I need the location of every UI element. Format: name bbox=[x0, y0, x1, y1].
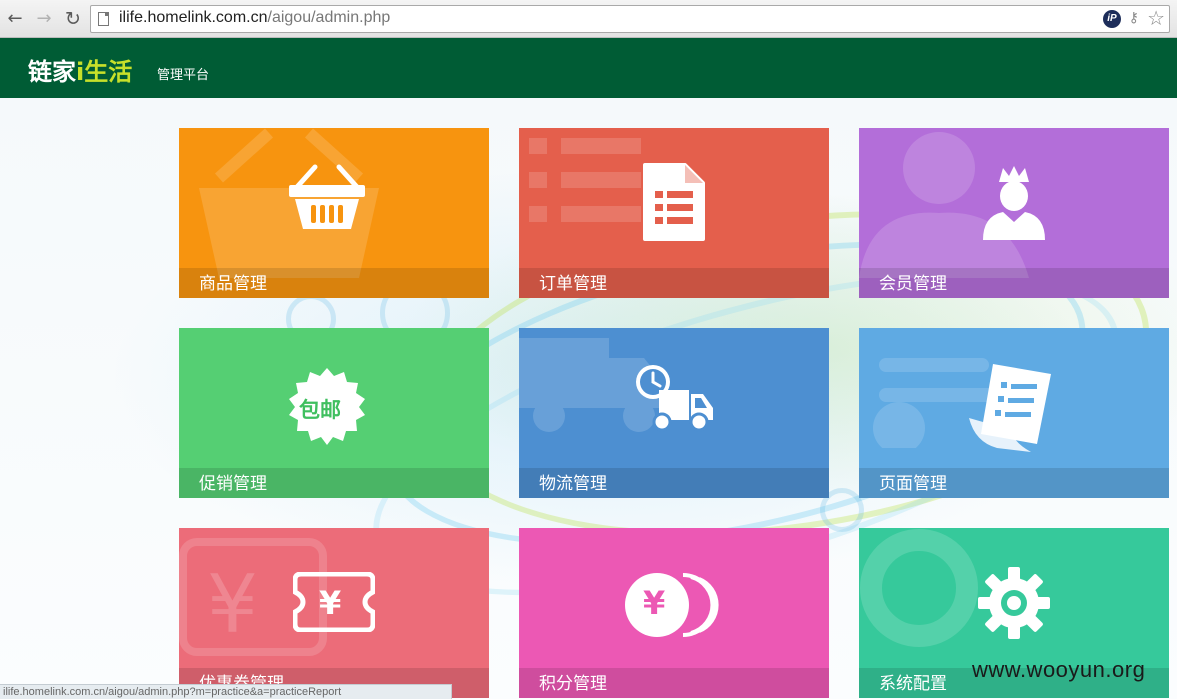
app-header: 链家i生活 管理平台 bbox=[0, 38, 1177, 98]
logo-accent: i生活 bbox=[76, 58, 133, 86]
forward-arrow-icon[interactable]: → bbox=[33, 8, 55, 30]
tile-label: 促销管理 bbox=[199, 474, 267, 494]
free-shipping-badge-text: 包邮 bbox=[299, 398, 341, 422]
bookmark-star-icon[interactable]: ☆ bbox=[1147, 6, 1165, 30]
page-icon bbox=[98, 12, 109, 26]
tile-promotion-management[interactable]: 包邮 促销管理 bbox=[179, 328, 489, 498]
page-scroll-icon bbox=[969, 364, 1051, 452]
tile-label: 订单管理 bbox=[539, 274, 607, 294]
shopping-basket-icon bbox=[289, 164, 365, 229]
tile-page-management[interactable]: 页面管理 bbox=[859, 328, 1169, 498]
tile-label: 商品管理 bbox=[199, 274, 267, 294]
coupon-ticket-symbol: ¥ bbox=[319, 584, 342, 622]
list-watermark-icon bbox=[529, 138, 641, 222]
tile-label: 会员管理 bbox=[879, 274, 947, 294]
tile-label: 系统配置 bbox=[879, 674, 947, 694]
delivery-truck-icon bbox=[636, 365, 713, 432]
tile-logistics-management[interactable]: 物流管理 bbox=[519, 328, 829, 498]
tile-label: 页面管理 bbox=[879, 474, 947, 494]
dashboard: 商品管理 订单管理 会员管理 包邮 促销管理 物流管理 页面管理 ¥ ¥ ¥ 积… bbox=[0, 98, 1177, 699]
url-path: /aigou/admin.php bbox=[267, 9, 391, 26]
logo[interactable]: 链家i生活 bbox=[28, 52, 132, 87]
settings-gear-icon bbox=[978, 567, 1050, 639]
member-crown-icon bbox=[983, 166, 1045, 240]
tile-product-management[interactable]: 商品管理 bbox=[179, 128, 489, 298]
points-coin-symbol: ¥ bbox=[643, 584, 666, 622]
order-document-icon bbox=[643, 163, 705, 241]
address-url[interactable]: ilife.homelink.com.cn/aigou/admin.php bbox=[119, 9, 390, 27]
browser-toolbar: ← → ↻ ilife.homelink.com.cn/aigou/admin.… bbox=[0, 0, 1177, 38]
site-watermark: www.wooyun.org bbox=[972, 657, 1146, 682]
tile-label: 物流管理 bbox=[539, 474, 607, 494]
back-arrow-icon[interactable]: ← bbox=[4, 8, 26, 30]
ip-badge-icon[interactable]: iP bbox=[1103, 10, 1121, 28]
status-bar-url: ilife.homelink.com.cn/aigou/admin.php?m=… bbox=[0, 684, 452, 699]
logo-main: 链家 bbox=[28, 58, 76, 86]
tile-order-management[interactable]: 订单管理 bbox=[519, 128, 829, 298]
address-bar[interactable]: ilife.homelink.com.cn/aigou/admin.php iP… bbox=[90, 5, 1170, 33]
points-coins-icon bbox=[625, 573, 719, 637]
tile-coupon-management[interactable]: ¥ ¥ 优惠券管理 bbox=[179, 528, 489, 698]
tile-label: 积分管理 bbox=[539, 674, 607, 694]
tile-points-management[interactable]: ¥ 积分管理 bbox=[519, 528, 829, 698]
coupon-watermark-symbol: ¥ bbox=[207, 558, 258, 651]
reload-icon[interactable]: ↻ bbox=[62, 8, 84, 30]
key-icon[interactable]: ⚷ bbox=[1129, 10, 1139, 26]
url-host: ilife.homelink.com.cn bbox=[119, 9, 268, 26]
header-subtitle: 管理平台 bbox=[157, 68, 210, 83]
tile-member-management[interactable]: 会员管理 bbox=[859, 128, 1169, 298]
